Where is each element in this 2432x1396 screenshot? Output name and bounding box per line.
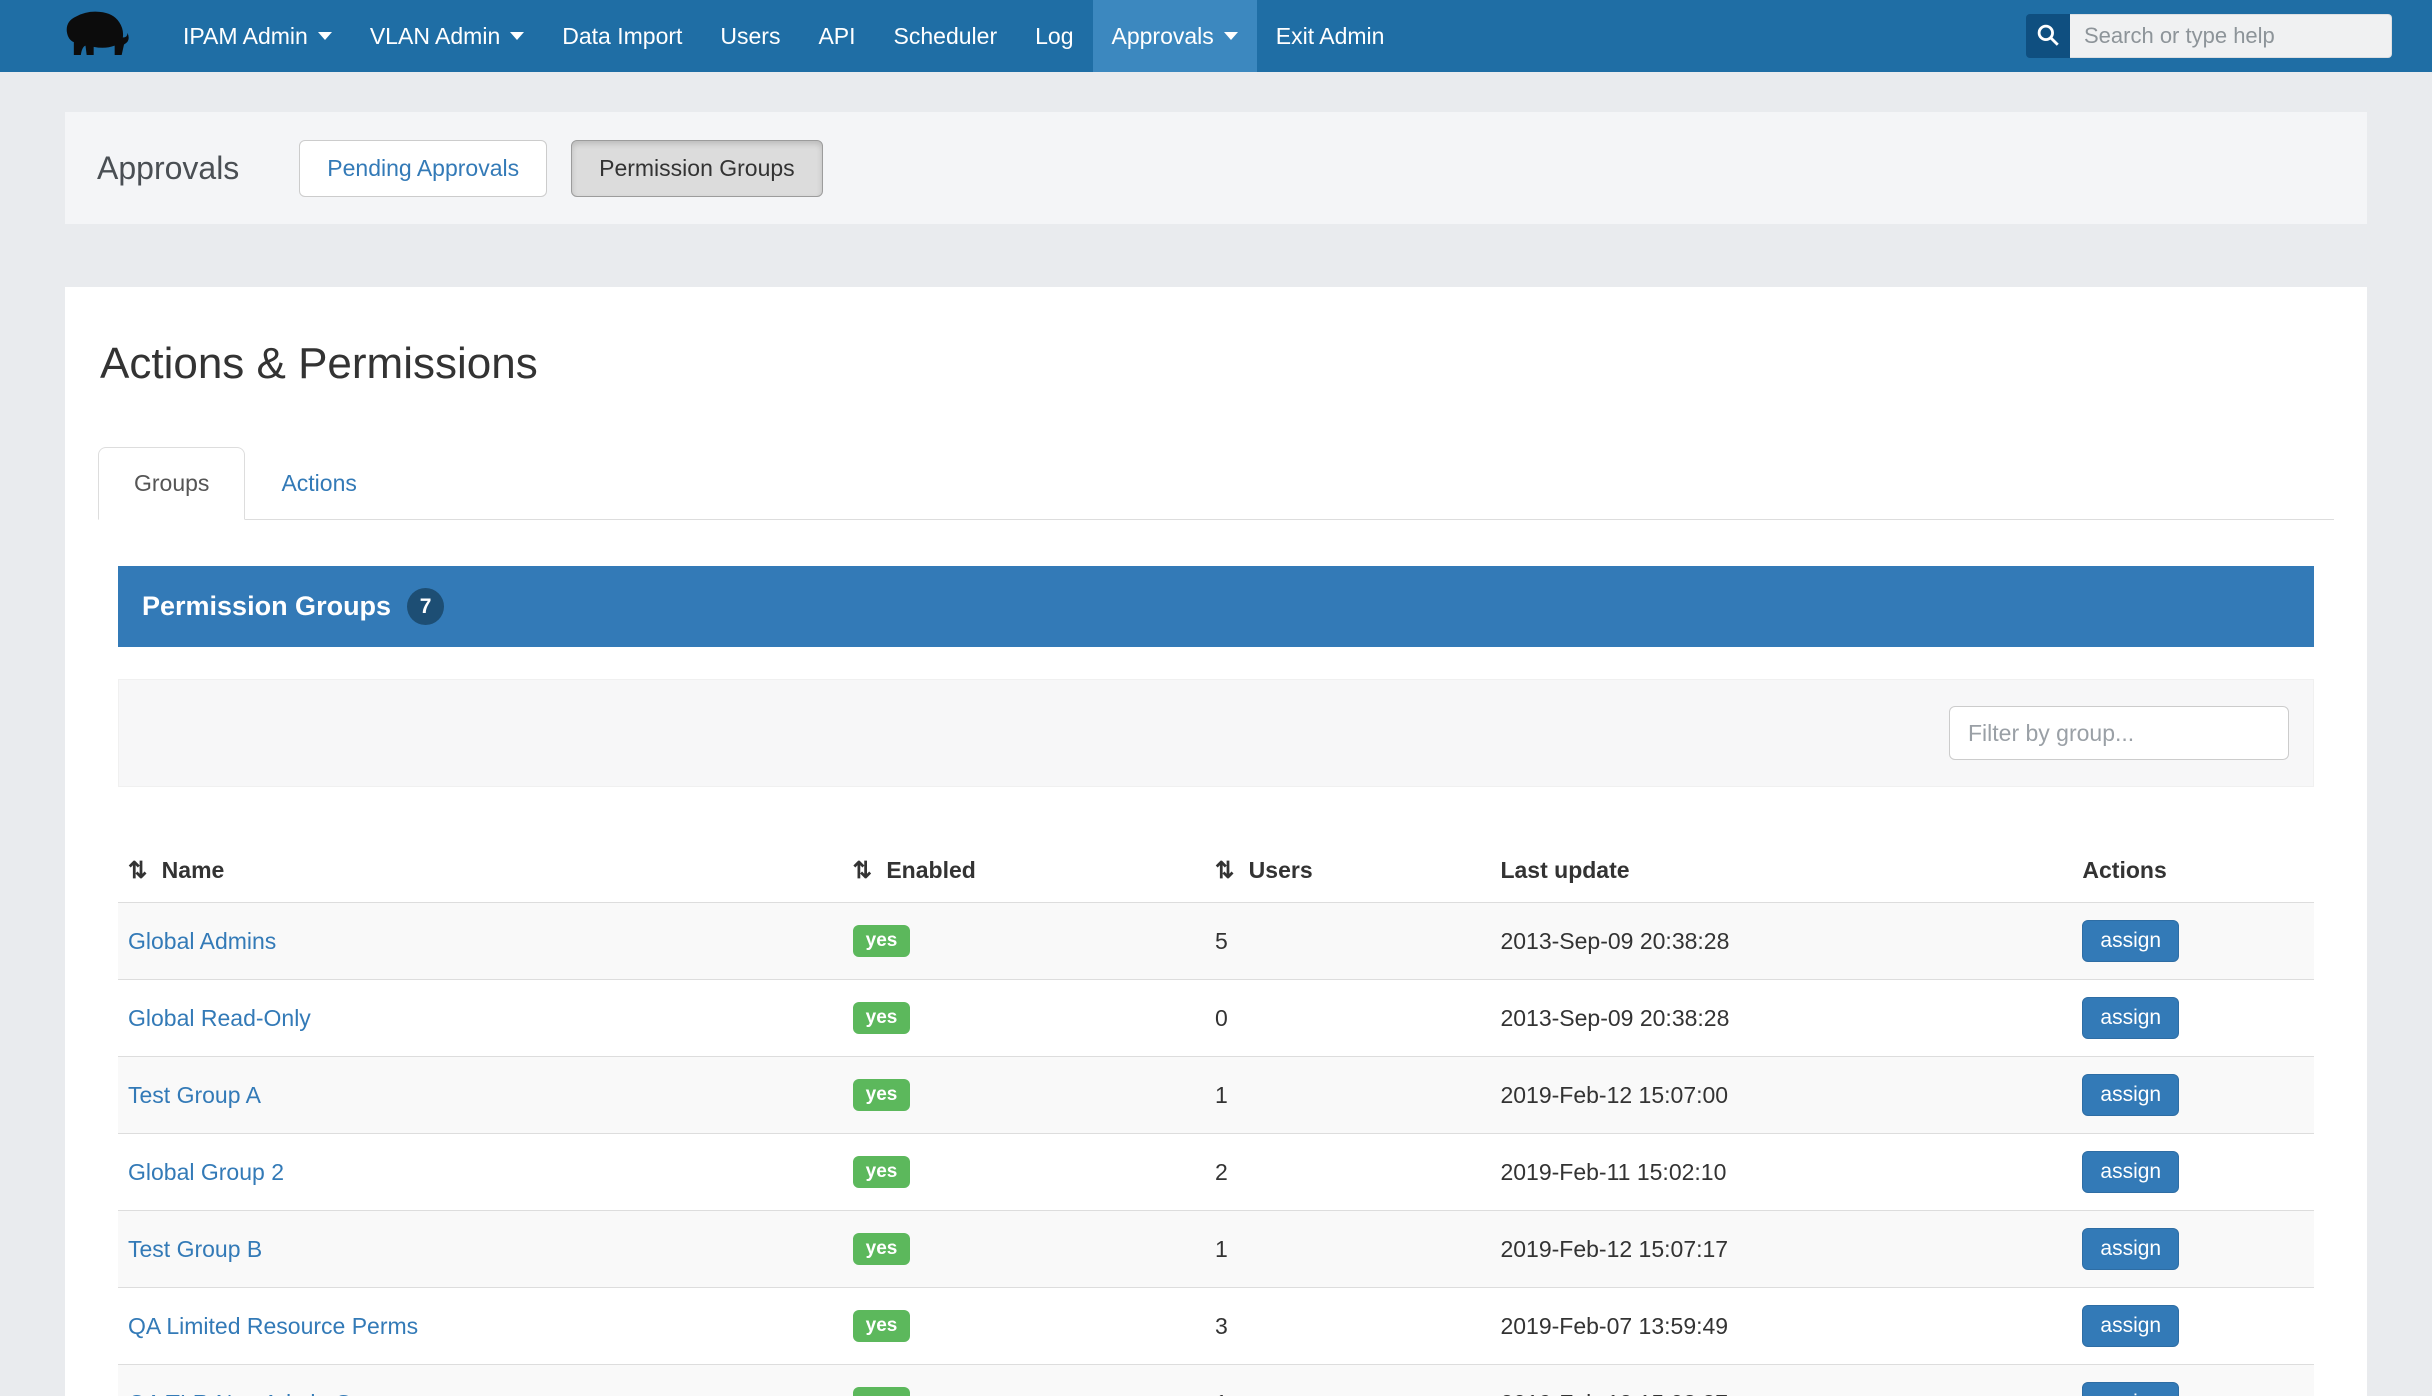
mammoth-logo-icon bbox=[58, 6, 134, 67]
group-count-badge: 7 bbox=[407, 588, 444, 625]
users-count: 5 bbox=[1215, 928, 1228, 954]
assign-button[interactable]: assign bbox=[2082, 1151, 2179, 1193]
nav-item-label: VLAN Admin bbox=[370, 23, 500, 50]
users-count: 0 bbox=[1215, 1005, 1228, 1031]
nav-item-log[interactable]: Log bbox=[1016, 0, 1092, 72]
table-row: QA Limited Resource Perms yes 3 2019-Feb… bbox=[118, 1288, 2314, 1365]
panel-toolbar bbox=[118, 679, 2314, 787]
nav-item-label: Scheduler bbox=[894, 23, 998, 50]
enabled-badge: yes bbox=[853, 1233, 911, 1265]
group-name-link[interactable]: QA Limited Resource Perms bbox=[128, 1313, 418, 1339]
permission-groups-panel: Permission Groups 7 ⇅ Name bbox=[118, 566, 2314, 1396]
nav-item-label: Log bbox=[1035, 23, 1073, 50]
pending-approvals-button[interactable]: Pending Approvals bbox=[299, 140, 547, 197]
enabled-badge: yes bbox=[853, 1310, 911, 1342]
column-header-users[interactable]: ⇅ Users bbox=[1205, 839, 1490, 903]
nav-item-api[interactable]: API bbox=[799, 0, 874, 72]
nav-item-label: Exit Admin bbox=[1276, 23, 1385, 50]
table-row: Global Admins yes 5 2013-Sep-09 20:38:28… bbox=[118, 903, 2314, 980]
panel-heading: Permission Groups 7 bbox=[118, 566, 2314, 647]
enabled-badge: yes bbox=[853, 1079, 911, 1111]
navbar-search bbox=[2026, 0, 2392, 72]
table-row: QA TLR Non Admin Group yes 1 2019-Feb-12… bbox=[118, 1365, 2314, 1396]
permission-groups-table: ⇅ Name ⇅ Enabled ⇅ Users Last update bbox=[118, 839, 2314, 1396]
nav-menu: IPAM Admin VLAN Admin Data Import Users … bbox=[164, 0, 1403, 72]
last-update-value: 2019-Feb-12 15:07:00 bbox=[1500, 1082, 1728, 1108]
panel-title: Permission Groups bbox=[142, 591, 391, 622]
permission-groups-button[interactable]: Permission Groups bbox=[571, 140, 823, 197]
users-count: 2 bbox=[1215, 1159, 1228, 1185]
assign-button[interactable]: assign bbox=[2082, 1074, 2179, 1116]
nav-item-ipam-admin[interactable]: IPAM Admin bbox=[164, 0, 351, 72]
search-input[interactable] bbox=[2070, 14, 2392, 58]
last-update-value: 2019-Feb-07 13:59:49 bbox=[1500, 1313, 1728, 1339]
sort-icon: ⇅ bbox=[1215, 857, 1232, 883]
table-row: Global Group 2 yes 2 2019-Feb-11 15:02:1… bbox=[118, 1134, 2314, 1211]
nav-item-label: Data Import bbox=[562, 23, 682, 50]
chevron-down-icon bbox=[318, 32, 332, 40]
group-name-link[interactable]: QA TLR Non Admin Group bbox=[128, 1390, 399, 1396]
assign-button[interactable]: assign bbox=[2082, 1382, 2179, 1396]
table-row: Test Group A yes 1 2019-Feb-12 15:07:00 … bbox=[118, 1057, 2314, 1134]
column-header-enabled[interactable]: ⇅ Enabled bbox=[843, 839, 1205, 903]
group-name-link[interactable]: Global Read-Only bbox=[128, 1005, 311, 1031]
tab-bar: Groups Actions bbox=[98, 447, 2334, 520]
column-header-name[interactable]: ⇅ Name bbox=[118, 839, 843, 903]
column-header-last-update: Last update bbox=[1490, 839, 2072, 903]
enabled-badge: yes bbox=[853, 1387, 911, 1396]
nav-item-label: API bbox=[818, 23, 855, 50]
last-update-value: 2013-Sep-09 20:38:28 bbox=[1500, 928, 1729, 954]
enabled-badge: yes bbox=[853, 1002, 911, 1034]
group-name-link[interactable]: Test Group A bbox=[128, 1082, 261, 1108]
last-update-value: 2019-Feb-12 15:07:17 bbox=[1500, 1236, 1728, 1262]
nav-item-vlan-admin[interactable]: VLAN Admin bbox=[351, 0, 543, 72]
group-name-link[interactable]: Test Group B bbox=[128, 1236, 262, 1262]
nav-item-exit-admin[interactable]: Exit Admin bbox=[1257, 0, 1404, 72]
nav-item-label: IPAM Admin bbox=[183, 23, 308, 50]
top-navbar: IPAM Admin VLAN Admin Data Import Users … bbox=[0, 0, 2432, 72]
enabled-badge: yes bbox=[853, 1156, 911, 1188]
chevron-down-icon bbox=[510, 32, 524, 40]
card-title: Actions & Permissions bbox=[100, 339, 2334, 389]
enabled-badge: yes bbox=[853, 925, 911, 957]
nav-item-approvals[interactable]: Approvals bbox=[1093, 0, 1257, 72]
page-title: Approvals bbox=[97, 150, 239, 187]
nav-item-label: Users bbox=[720, 23, 780, 50]
assign-button[interactable]: assign bbox=[2082, 997, 2179, 1039]
approvals-header-strip: Approvals Pending Approvals Permission G… bbox=[65, 112, 2367, 224]
actions-permissions-card: Actions & Permissions Groups Actions Per… bbox=[65, 287, 2367, 1396]
chevron-down-icon bbox=[1224, 32, 1238, 40]
users-count: 3 bbox=[1215, 1313, 1228, 1339]
nav-item-label: Approvals bbox=[1112, 23, 1214, 50]
last-update-value: 2019-Feb-11 15:02:10 bbox=[1500, 1159, 1726, 1185]
assign-button[interactable]: assign bbox=[2082, 1228, 2179, 1270]
phpipam-logo[interactable] bbox=[58, 0, 134, 72]
filter-by-group-input[interactable] bbox=[1949, 706, 2289, 760]
search-button[interactable] bbox=[2026, 14, 2070, 58]
nav-item-users[interactable]: Users bbox=[701, 0, 799, 72]
last-update-value: 2013-Sep-09 20:38:28 bbox=[1500, 1005, 1729, 1031]
assign-button[interactable]: assign bbox=[2082, 1305, 2179, 1347]
table-row: Test Group B yes 1 2019-Feb-12 15:07:17 … bbox=[118, 1211, 2314, 1288]
tab-groups[interactable]: Groups bbox=[98, 447, 245, 520]
last-update-value: 2019-Feb-12 15:08:37 bbox=[1500, 1390, 1728, 1396]
nav-item-data-import[interactable]: Data Import bbox=[543, 0, 701, 72]
group-name-link[interactable]: Global Group 2 bbox=[128, 1159, 284, 1185]
users-count: 1 bbox=[1215, 1236, 1228, 1262]
nav-item-scheduler[interactable]: Scheduler bbox=[875, 0, 1017, 72]
users-count: 1 bbox=[1215, 1082, 1228, 1108]
sort-icon: ⇅ bbox=[128, 857, 145, 883]
users-count: 1 bbox=[1215, 1390, 1228, 1396]
sort-icon: ⇅ bbox=[853, 857, 870, 883]
table-row: Global Read-Only yes 0 2013-Sep-09 20:38… bbox=[118, 980, 2314, 1057]
assign-button[interactable]: assign bbox=[2082, 920, 2179, 962]
search-icon bbox=[2035, 22, 2061, 51]
group-name-link[interactable]: Global Admins bbox=[128, 928, 276, 954]
table-header-row: ⇅ Name ⇅ Enabled ⇅ Users Last update bbox=[118, 839, 2314, 903]
tab-actions[interactable]: Actions bbox=[245, 447, 392, 520]
column-header-actions: Actions bbox=[2072, 839, 2314, 903]
